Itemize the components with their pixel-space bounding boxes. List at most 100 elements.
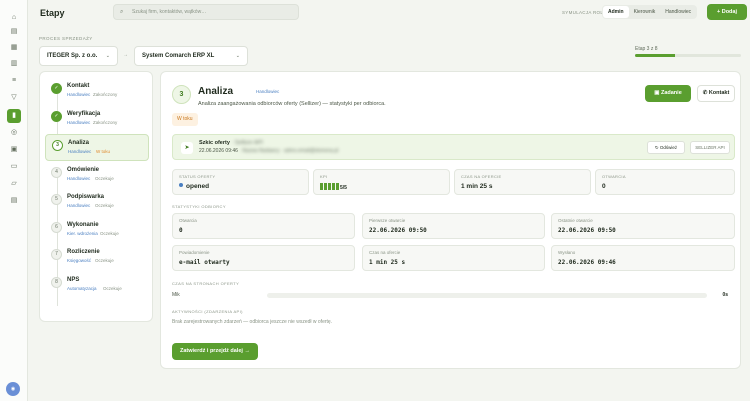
metric-time-on-offer: CZAS NA OFERCIE 1 min 25 s: [454, 169, 591, 195]
stage-item-podpiswarka[interactable]: 5 Podpiswarka Handlowiec Oczekuje: [45, 189, 149, 216]
list-icon[interactable]: ≡: [10, 77, 18, 85]
metric-offer-status: STATUS OFERTY opened: [172, 169, 309, 195]
stage-detail-panel: 3 Analiza Handlowiec Analiza zaangażowan…: [160, 71, 741, 369]
draft-title-redacted: · Sellizer API: [231, 140, 263, 146]
metric-kpi: KPI 5/5: [313, 169, 450, 195]
metric-label: OTWARCIA: [602, 174, 626, 179]
kpi-bars: [320, 183, 340, 192]
role-simulation-label: SYMULACJA ROLI: [562, 10, 605, 15]
draft-sender-redacted: · Nazwa Nadawcy · adres.email@domena.pl: [239, 148, 339, 154]
contact-button[interactable]: ✆ Kontakt: [697, 85, 735, 102]
company-name: ITEGER Sp. z o.o.: [47, 53, 98, 59]
calendar-day-icon[interactable]: ▣: [10, 146, 18, 154]
offer-status-value: opened: [186, 183, 210, 190]
document-icon[interactable]: ▤: [10, 28, 18, 36]
draft-title: Szkic oferty: [199, 140, 230, 146]
stage-status: Zakończony: [93, 92, 118, 97]
stage-item-wykonanie[interactable]: 6 Wykonanie Kier. wdrożenia Oczekuje: [45, 217, 149, 244]
contact-button-label: Kontakt: [708, 90, 730, 96]
stages-icon[interactable]: ▮: [7, 109, 21, 123]
chevron-down-icon: ⌄: [235, 53, 240, 59]
stage-item-weryfikacja[interactable]: ✓ Weryfikacja Handlowiec Zakończony: [45, 106, 149, 133]
refresh-button[interactable]: ↻ Odśwież: [647, 141, 685, 154]
stat-cell: Wysłano 22.06.2026 09:46: [551, 245, 735, 271]
role-admin[interactable]: Admin: [603, 6, 629, 18]
kpi-bar: [324, 183, 327, 190]
stage-item-nps[interactable]: 8 NPS Automatyzacja Oczekuje: [45, 272, 149, 299]
offer-draft-card: ➤ Szkic oferty · Sellizer API 22.06.2026…: [172, 134, 735, 160]
stage-item-kontakt[interactable]: ✓ Kontakt Handlowiec Zakończony: [45, 78, 149, 105]
top-bar: Etapy ⌕ Szukaj firm, kontaktów, wątków… …: [28, 0, 750, 28]
stage-count: Etap 3 z 8: [635, 46, 658, 52]
stage-role: Kier. wdrożenia: [67, 231, 98, 236]
metric-opens: OTWARCIA 0: [595, 169, 735, 195]
add-button[interactable]: + Dodaj: [707, 4, 747, 20]
stage-number: 8: [51, 277, 62, 288]
stat-cell: Czas na ofercie 1 min 25 s: [362, 245, 545, 271]
search-input[interactable]: ⌕ Szukaj firm, kontaktów, wątków…: [113, 4, 299, 20]
stage-name: NPS: [67, 277, 80, 283]
refresh-label: Odśwież: [659, 145, 678, 150]
send-icon: ➤: [181, 142, 193, 154]
system-select[interactable]: System Comarch ERP XL ⌄: [134, 46, 248, 66]
stat-value: 22.06.2026 09:50: [558, 227, 616, 234]
database-icon[interactable]: ▤: [10, 197, 18, 205]
home-icon[interactable]: ⌂: [10, 14, 18, 22]
folder-open-icon[interactable]: ▱: [10, 180, 18, 188]
stage-number: 6: [51, 222, 62, 233]
stat-label: Otwarcia: [179, 218, 197, 223]
stage-status: Zakończony: [93, 120, 118, 125]
stat-label: Czas na ofercie: [369, 250, 401, 255]
stage-status: Oczekuje: [95, 176, 114, 181]
stage-number: 5: [51, 194, 62, 205]
check-icon: ✓: [51, 111, 62, 122]
stage-name: Kontakt: [67, 83, 90, 89]
status-badge: W toku: [172, 113, 198, 126]
stage-item-rozliczenie[interactable]: 7 Rozliczenie Księgowość Oczekuje: [45, 244, 149, 271]
no-activity-text: Brak zarejestrowanych zdarzeń — odbiorca…: [172, 319, 333, 325]
kpi-bar: [336, 183, 339, 190]
folder-icon[interactable]: ▭: [10, 163, 18, 171]
stage-role: Handlowiec: [68, 149, 92, 154]
stage-name: Analiza: [68, 140, 90, 146]
stat-value: 22.06.2026 09:46: [558, 259, 616, 266]
time-row-label: Mik: [172, 292, 180, 298]
grid-icon[interactable]: ▥: [10, 60, 18, 68]
stage-number-badge: 3: [172, 85, 191, 104]
stat-value: 22.06.2026 09:50: [369, 227, 427, 234]
stage-role: Handlowiec: [67, 92, 91, 97]
stat-cell: Ostatnie otwarcie 22.06.2026 09:50: [551, 213, 735, 239]
stats-section-label: STATYSTYKI ODBIORCY: [172, 204, 226, 209]
confirm-next-button[interactable]: Zatwierdź i przejdź dalej →: [172, 343, 258, 360]
stat-cell: Pierwsze otwarcie 22.06.2026 09:50: [362, 213, 545, 239]
avatar[interactable]: ◉: [6, 382, 20, 396]
role-kierownik[interactable]: Kierownik: [629, 6, 661, 18]
shield-icon[interactable]: ◎: [10, 129, 18, 137]
stage-description: Analiza zaangażowania odbiorców oferty (…: [198, 101, 386, 107]
calendar-icon: ▣: [654, 90, 661, 96]
metric-value: 0: [602, 183, 606, 190]
page-title: Etapy: [40, 8, 65, 18]
stat-label: Pierwsze otwarcie: [369, 218, 406, 223]
stage-name: Podpiswarka: [67, 194, 105, 200]
stat-label: Ostatnie otwarcie: [558, 218, 593, 223]
stage-item-analiza[interactable]: 3 Analiza Handlowiec W toku: [45, 134, 149, 161]
process-label: PROCES SPRZEDAŻY: [39, 36, 93, 41]
stage-number: 7: [51, 249, 62, 260]
calendar-icon[interactable]: ▦: [10, 44, 18, 52]
stage-status: Oczekuje: [95, 258, 114, 263]
process-progress-bar: [635, 54, 741, 57]
stage-name: Rozliczenie: [67, 249, 100, 255]
time-section-label: CZAS NA STRONACH OFERTY: [172, 281, 240, 286]
stage-item-omowienie[interactable]: 4 Omówienie Handlowiec Oczekuje: [45, 162, 149, 189]
filter-icon[interactable]: ▽: [10, 94, 18, 102]
stage-name: Weryfikacja: [67, 111, 101, 117]
company-select[interactable]: ITEGER Sp. z o.o. ⌄: [39, 46, 118, 66]
stage-role: Automatyzacja: [67, 286, 97, 291]
stage-status: W toku: [96, 149, 111, 154]
search-icon: ⌕: [120, 9, 124, 15]
task-button[interactable]: ▣ Zadanie: [645, 85, 691, 102]
search-placeholder: Szukaj firm, kontaktów, wątków…: [132, 9, 207, 15]
activity-section-label: AKTYWNOŚCI (ZDARZENIA API): [172, 309, 243, 314]
role-handlowiec[interactable]: Handlowiec: [660, 6, 696, 18]
